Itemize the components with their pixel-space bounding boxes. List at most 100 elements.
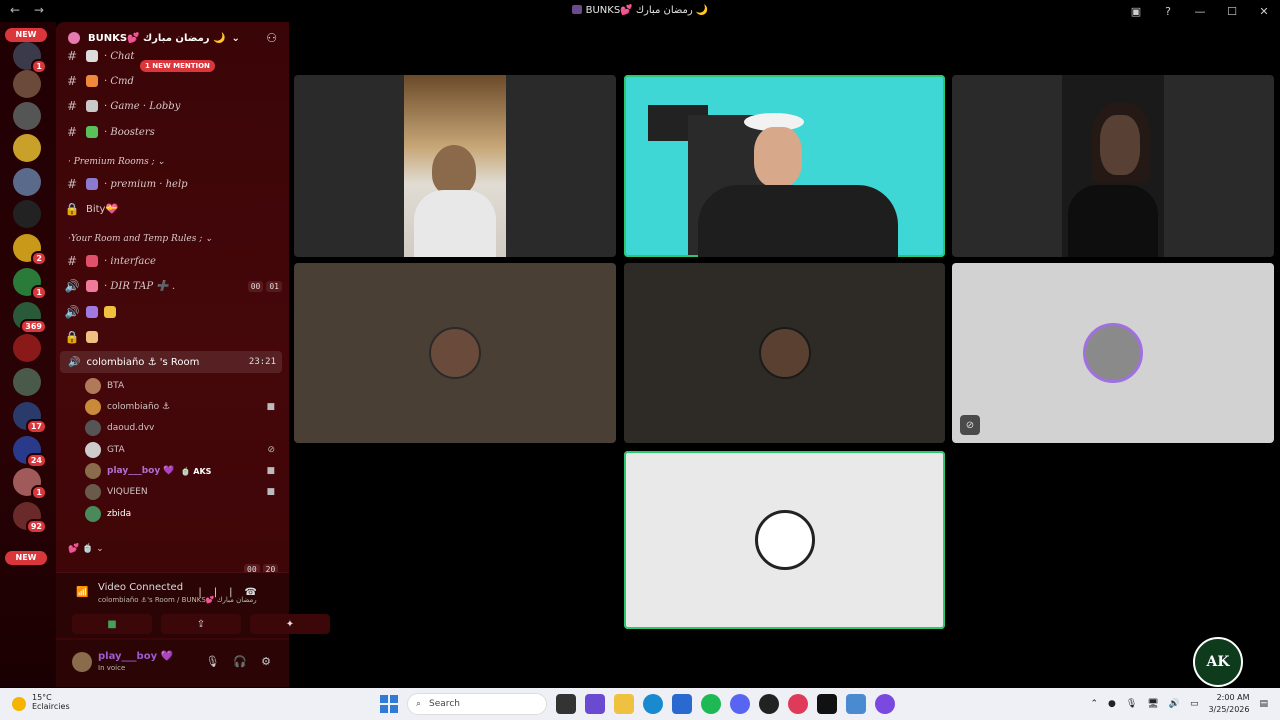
server-icon[interactable]: 369 [13,302,47,334]
avatar-tile-speaking[interactable] [624,451,945,629]
member-name: BTA [107,381,125,391]
video-tile-speaking[interactable] [624,75,945,257]
voice-member[interactable]: VIQUEEN ■ [85,482,275,502]
room-label: colombiaño ⚓ 's Room [86,356,200,368]
close-button[interactable]: ✕ [1248,0,1280,22]
server-icon[interactable]: 1 [13,42,47,74]
category-premium[interactable]: · Premium Rooms ; ⌄ [68,157,165,167]
minimize-button[interactable]: — [1184,0,1216,22]
server-icon[interactable]: 24 [13,436,47,468]
server-icon[interactable]: 17 [13,402,47,434]
headphones-icon[interactable]: 🎧 [233,655,247,668]
app-icon[interactable] [846,694,866,714]
camera-icon: ■ [266,402,275,412]
spotify-icon[interactable] [701,694,721,714]
channel-voice-emoji[interactable]: 🔊 [64,301,282,323]
taskbar-search[interactable]: ⌕ Search [407,693,547,715]
window-title-text: BUNKS💕 رمضان مبارك 🌙 [585,5,709,16]
channel-cmd[interactable]: # · Cmd [64,70,282,92]
video-tile[interactable] [952,75,1274,257]
opera-icon[interactable] [788,694,808,714]
channel-bity[interactable]: 🔒 Bity💝 [64,198,282,220]
gear-icon[interactable]: ⚙ [261,655,271,668]
member-name: daoud.dvv [107,423,155,433]
app-icon[interactable] [875,694,895,714]
channel-interface[interactable]: # · interface [64,250,282,272]
user-panel: play___boy 💜 In voice 🎙 🎧 ⚙ [56,640,289,687]
emoji-icon [86,75,98,87]
clock-date: 3/25/2026 [1208,705,1250,714]
battery-icon[interactable]: ▭ [1190,699,1199,709]
voice-status[interactable]: Video Connected [98,582,183,593]
server-icon[interactable]: 2 [13,234,47,266]
notification-icon[interactable]: ▤ [1259,699,1268,709]
new-pill-top[interactable]: NEW [5,28,47,42]
server-icon[interactable] [13,134,41,162]
avatar-tile[interactable] [624,263,945,443]
noise-suppression-icon[interactable]: ||| [198,587,244,598]
screen-share-button[interactable]: ⇪ [161,614,241,634]
emoji-icon [104,306,116,318]
channel-premium-help[interactable]: # · premium · help [64,173,282,195]
avatar-tile[interactable]: ⊘ [952,263,1274,443]
server-icon[interactable] [13,334,41,362]
server-icon[interactable]: 92 [13,502,47,534]
channel-dir-tap[interactable]: 🔊 · DIR TAP ➕ . 00 01 [64,275,282,297]
chevron-up-icon[interactable]: ⌃ [1090,699,1098,709]
emoji-icon [86,126,98,138]
voice-member[interactable]: colombiaño ⚓ ■ [85,397,275,417]
server-icon[interactable] [13,70,41,98]
channel-game-lobby[interactable]: # · Game · Lobby [64,95,282,117]
new-pill-bottom[interactable]: NEW [5,551,47,565]
video-tile[interactable] [294,75,616,257]
user-name[interactable]: play___boy 💜 [98,651,173,662]
hash-icon: # [66,49,78,63]
server-icon[interactable] [13,102,41,130]
avatar [1083,323,1143,383]
app-icon[interactable] [759,694,779,714]
app-icon[interactable] [585,694,605,714]
category-rules[interactable]: ·Your Room and Temp Rules ; ⌄ [68,234,213,244]
server-icon[interactable] [13,200,41,228]
system-tray: ⌃ ● 🎙 🖥 🔊 ▭ 2:00 AM 3/25/2026 ▤ [1090,692,1268,716]
voice-member[interactable]: daoud.dvv [85,418,275,438]
avatar-tile[interactable] [294,263,616,443]
avatar [758,327,811,379]
voice-member[interactable]: GTA ⊘ [85,440,275,460]
activities-button[interactable]: ✦ [250,614,330,634]
channel-boosters[interactable]: # · Boosters [64,121,282,143]
voice-member[interactable]: play___boy 💜 🍵 AKS ■ [85,461,275,481]
invite-icon[interactable]: ⚇ [266,31,277,45]
category-collapsed[interactable]: 💕 🍵 ⌄ [68,544,104,554]
camera-button[interactable]: ■ [72,614,152,634]
store-icon[interactable] [672,694,692,714]
terminal-icon[interactable] [817,694,837,714]
server-icon[interactable] [13,368,41,396]
volume-icon[interactable]: 🔊 [1169,699,1180,709]
help-icon[interactable]: ? [1152,0,1184,22]
server-icon[interactable] [13,168,41,196]
voice-member[interactable]: BTA [85,376,275,396]
task-view-icon[interactable] [556,694,576,714]
tray-app-icon[interactable]: ● [1108,699,1116,709]
file-explorer-icon[interactable] [614,694,634,714]
server-icon[interactable]: 1 [13,268,47,300]
disconnect-icon[interactable]: ☎ [245,587,269,598]
microphone-icon[interactable]: 🎙 [1126,699,1137,709]
edge-icon[interactable] [643,694,663,714]
signal-icon[interactable]: 📶 [76,587,88,598]
avatar[interactable] [72,652,92,672]
weather-widget[interactable]: 15°C Eclaircies [12,693,70,711]
channel-locked-emoji[interactable]: 🔒 [64,326,282,348]
inbox-icon[interactable]: ▣ [1120,0,1152,22]
server-icon[interactable]: 1 [13,468,47,500]
discord-icon[interactable] [730,694,750,714]
clock[interactable]: 2:00 AM 3/25/2026 [1208,692,1249,716]
maximize-button[interactable]: ☐ [1216,0,1248,22]
microphone-icon[interactable]: 🎙 [205,655,219,668]
active-voice-room[interactable]: 🔊 colombiaño ⚓ 's Room 23:21 [60,351,282,373]
network-icon[interactable]: 🖥 [1147,699,1158,709]
voice-panel: 📶 Video Connected colombiaño ⚓'s Room / … [56,572,330,638]
voice-member[interactable]: zbida [85,504,275,524]
windows-start-icon[interactable] [380,695,398,713]
